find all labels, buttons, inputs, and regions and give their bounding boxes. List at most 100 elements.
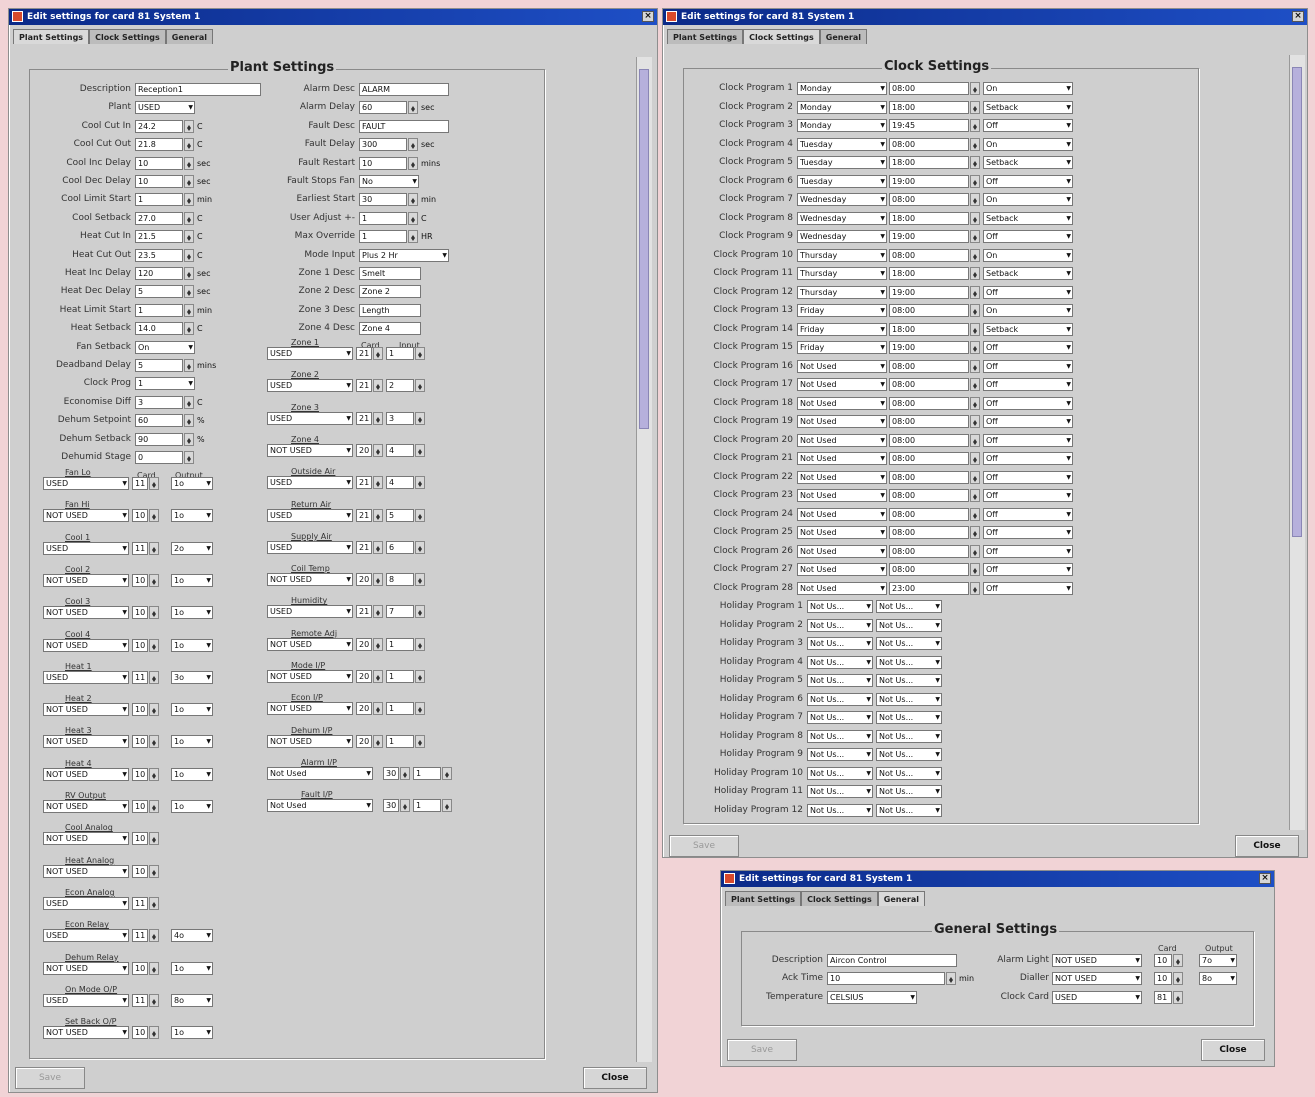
output-port-select[interactable]: 1o (171, 767, 213, 781)
input-card-field[interactable]: 20 (356, 670, 372, 683)
day-select[interactable]: Tuesday (797, 156, 887, 169)
input-number-field[interactable]: 3 (386, 411, 414, 425)
day-select[interactable]: Thursday (797, 285, 887, 299)
day-select[interactable]: Not Used (797, 378, 887, 391)
output-card-spinner[interactable] (149, 735, 159, 749)
input-card-field[interactable]: 21 (356, 411, 372, 425)
input-number-field[interactable]: 1 (386, 347, 414, 360)
mode-select[interactable]: Off (983, 341, 1073, 354)
output-port-select[interactable]: 1o (171, 703, 213, 717)
input-card-field[interactable]: 21 (356, 347, 372, 360)
day-select[interactable]: Not Used (797, 396, 887, 410)
output-used-select[interactable]: USED (43, 929, 129, 943)
input-number-field[interactable]: 4 (386, 476, 414, 490)
holiday-end-select[interactable]: Not Us... (876, 674, 942, 687)
input-card-spinner[interactable] (373, 573, 383, 587)
input-card-spinner[interactable] (400, 799, 410, 813)
scroll-thumb[interactable] (639, 69, 649, 429)
input-card-field[interactable]: 21 (356, 605, 372, 619)
time-field[interactable]: 19:00 (889, 174, 969, 188)
output-port-select[interactable]: 1o (171, 606, 213, 620)
time-field[interactable]: 19:45 (889, 119, 969, 132)
time-spinner[interactable] (970, 137, 980, 151)
day-select[interactable]: Monday (797, 82, 887, 95)
time-spinner[interactable] (970, 322, 980, 336)
day-select[interactable]: Thursday (797, 248, 887, 262)
input-card-spinner[interactable] (373, 476, 383, 490)
time-spinner[interactable] (970, 174, 980, 188)
output-card-field[interactable]: 10 (132, 606, 148, 620)
holiday-start-select[interactable]: Not Us... (807, 785, 873, 798)
input-card-spinner[interactable] (373, 702, 383, 716)
dialler-select[interactable]: NOT USED (1052, 972, 1142, 985)
time-field[interactable]: 08:00 (889, 248, 969, 262)
output-card-spinner[interactable] (149, 767, 159, 781)
time-field[interactable]: 08:00 (889, 359, 969, 373)
output-card-field[interactable]: 10 (132, 735, 148, 749)
time-field[interactable]: 19:00 (889, 285, 969, 299)
output-used-select[interactable]: USED (43, 896, 129, 910)
close-icon[interactable]: × (1259, 873, 1271, 884)
select-field[interactable]: No (359, 175, 419, 188)
close-icon[interactable]: × (642, 11, 654, 22)
time-spinner[interactable] (970, 230, 980, 243)
spinner-field[interactable]: 5 (135, 285, 183, 299)
save-button[interactable]: Save (15, 1067, 85, 1089)
time-field[interactable]: 08:00 (889, 563, 969, 576)
spinner-arrows[interactable] (408, 101, 418, 115)
output-port-select[interactable]: 4o (171, 929, 213, 943)
tab-clock-settings[interactable]: Clock Settings (743, 29, 820, 44)
output-used-select[interactable]: USED (43, 670, 129, 684)
input-number-field[interactable]: 1 (413, 799, 441, 813)
spinner-field[interactable]: 0 (135, 451, 183, 464)
output-used-select[interactable]: NOT USED (43, 832, 129, 846)
mode-select[interactable]: On (983, 82, 1073, 95)
mode-select[interactable]: Off (983, 452, 1073, 465)
input-used-select[interactable]: Not Used (267, 799, 373, 813)
day-select[interactable]: Wednesday (797, 193, 887, 206)
time-field[interactable]: 19:00 (889, 341, 969, 354)
text-field[interactable]: Smelt (359, 267, 421, 280)
select-field[interactable]: USED (135, 101, 195, 115)
output-port-select[interactable]: 1o (171, 638, 213, 652)
input-number-field[interactable]: 1 (386, 702, 414, 716)
tab-clock-settings[interactable]: Clock Settings (801, 891, 878, 906)
time-field[interactable]: 08:00 (889, 433, 969, 447)
time-field[interactable]: 08:00 (889, 415, 969, 428)
spinner-field[interactable]: 23.5 (135, 248, 183, 262)
input-card-field[interactable]: 21 (356, 508, 372, 522)
output-card-spinner[interactable] (149, 509, 159, 523)
output-card-spinner[interactable] (149, 800, 159, 813)
input-number-field[interactable]: 1 (386, 670, 414, 683)
spinner-arrows[interactable] (408, 230, 418, 244)
tab-clock-settings[interactable]: Clock Settings (89, 29, 166, 44)
input-card-spinner[interactable] (373, 411, 383, 425)
dialler-card-spinner[interactable] (1173, 972, 1183, 985)
time-spinner[interactable] (970, 359, 980, 373)
mode-select[interactable]: On (983, 193, 1073, 206)
spinner-arrows[interactable] (184, 414, 194, 428)
input-card-field[interactable]: 30 (383, 766, 399, 780)
text-field[interactable]: Zone 2 (359, 285, 421, 299)
time-spinner[interactable] (970, 452, 980, 465)
mode-select[interactable]: Off (983, 563, 1073, 576)
input-used-select[interactable]: NOT USED (267, 702, 353, 716)
spinner-field[interactable]: 300 (359, 138, 407, 152)
mode-select[interactable]: Off (983, 507, 1073, 521)
output-card-field[interactable]: 10 (132, 573, 148, 587)
alarm-light-output[interactable]: 7o (1199, 954, 1237, 967)
day-select[interactable]: Tuesday (797, 137, 887, 151)
output-port-select[interactable]: 1o (171, 800, 213, 813)
holiday-end-select[interactable]: Not Us... (876, 748, 942, 761)
output-card-field[interactable]: 10 (132, 703, 148, 717)
mode-select[interactable]: Setback (983, 322, 1073, 336)
output-card-field[interactable]: 10 (132, 509, 148, 523)
day-select[interactable]: Friday (797, 322, 887, 336)
holiday-start-select[interactable]: Not Us... (807, 618, 873, 632)
output-card-spinner[interactable] (149, 929, 159, 943)
time-field[interactable]: 08:00 (889, 544, 969, 558)
input-card-field[interactable]: 20 (356, 443, 372, 457)
spinner-arrows[interactable] (184, 119, 194, 133)
output-used-select[interactable]: NOT USED (43, 606, 129, 620)
input-used-select[interactable]: NOT USED (267, 573, 353, 587)
